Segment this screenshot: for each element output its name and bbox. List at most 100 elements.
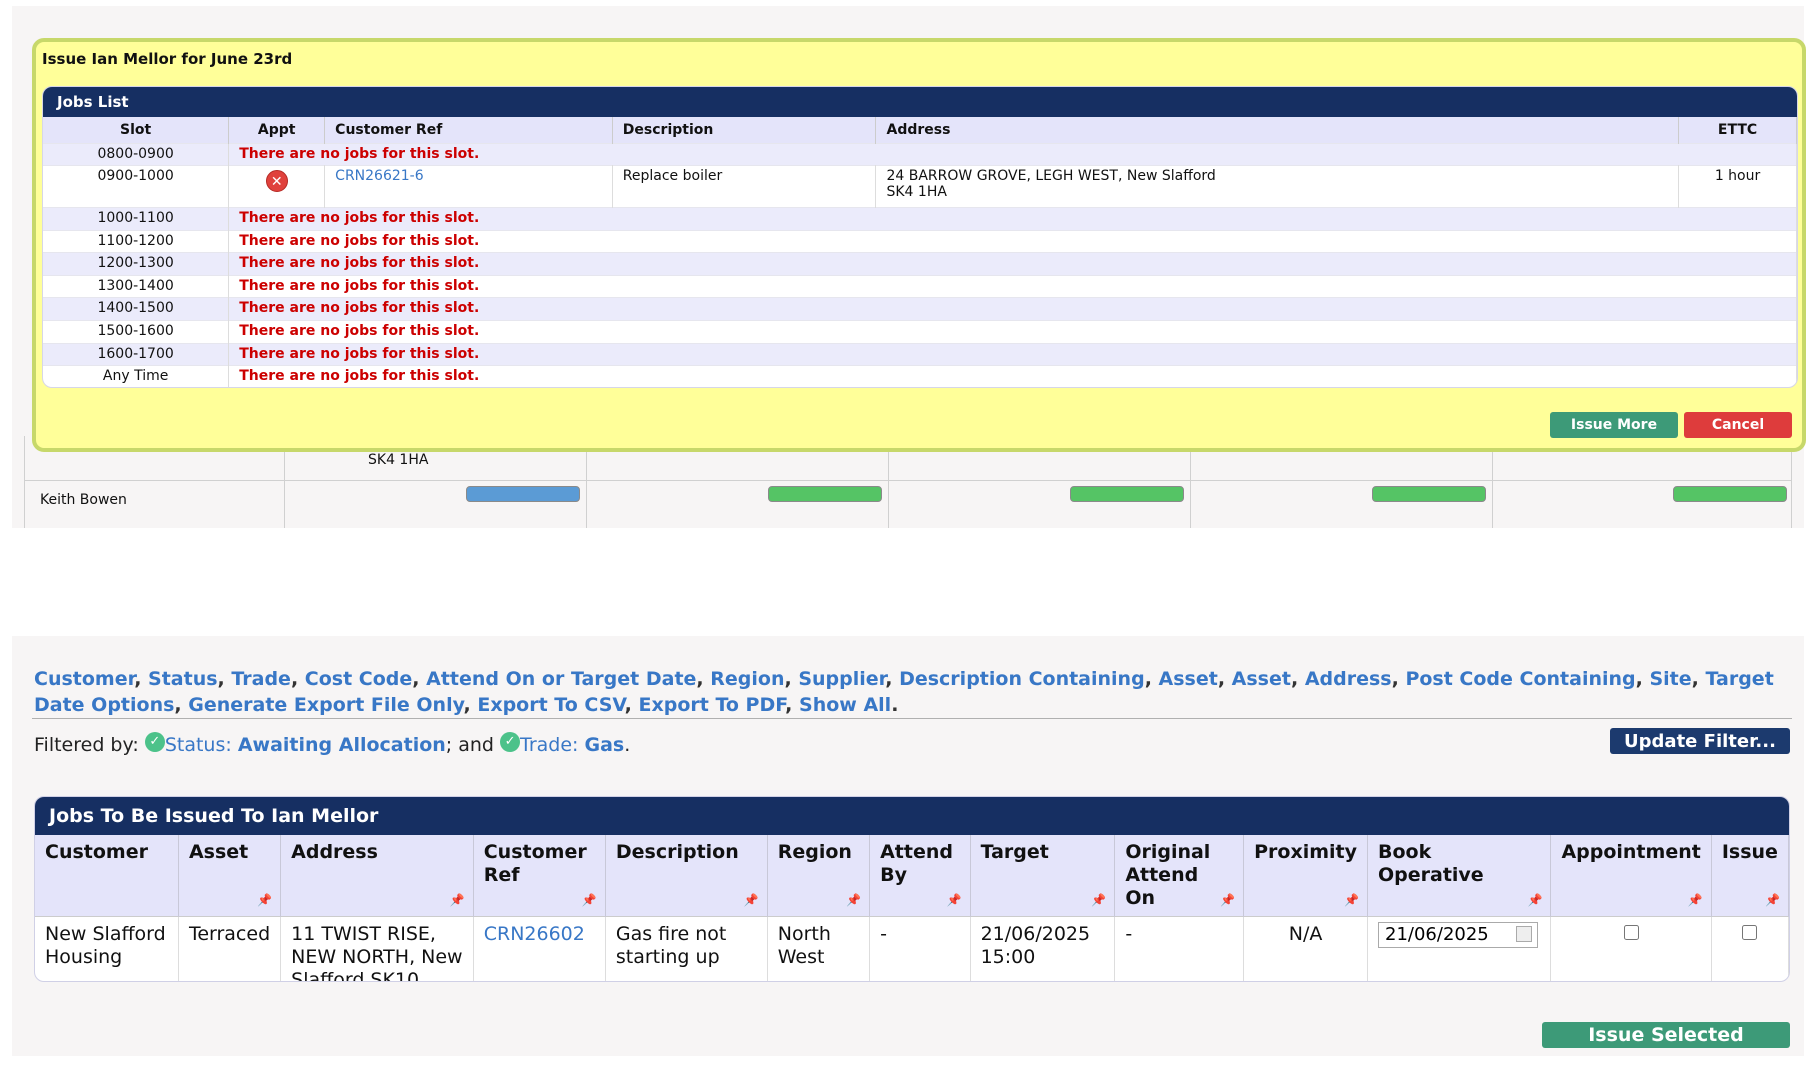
col-header-label: Issue [1721,841,1778,863]
slot-cell: 1300-1400 [43,274,230,298]
issue-dialog: Issue Ian Mellor for June 23rd Jobs List… [32,38,1806,452]
pin-icon[interactable]: 📌 [947,889,962,912]
no-jobs-message: There are no jobs for this slot. [228,342,1797,366]
filter-link-asset[interactable]: Asset [1159,668,1218,690]
issue-selected-button[interactable]: Issue Selected [1542,1022,1790,1048]
target-cell: 21/06/2025 15:00 [970,916,1116,981]
jobs-list-header-row: Slot Appt Customer Ref Description Addre… [43,117,1797,143]
col-header-customer-ref: Customer Ref [324,117,613,143]
customer-ref-cell: CRN26621-6 [324,165,613,208]
calendar-icon[interactable] [1516,925,1532,942]
col-header-address[interactable]: Address 📌 [280,835,474,917]
export-pdf-link[interactable]: Export To PDF [638,694,785,716]
pin-icon[interactable]: 📌 [846,889,861,912]
col-header-issue[interactable]: Issue 📌 [1711,835,1789,917]
generate-export-link[interactable]: Generate Export File Only [188,694,463,716]
col-header-customer-ref[interactable]: Customer Ref 📌 [473,835,606,917]
filter-link-status[interactable]: Status [148,668,218,690]
filter-link-cost-code[interactable]: Cost Code [305,668,413,690]
export-csv-link[interactable]: Export To CSV [477,694,624,716]
cross-icon[interactable]: ✕ [265,170,288,193]
col-header-region[interactable]: Region 📌 [767,835,871,917]
col-header-proximity[interactable]: Proximity 📌 [1243,835,1368,917]
pin-icon[interactable]: 📌 [1220,889,1235,912]
jobs-list-panel: Jobs List Slot Appt Customer Ref Descrip… [42,86,1798,388]
check-icon: ✓ [500,732,521,752]
issue-more-button[interactable]: Issue More [1550,412,1678,438]
dialog-title: Issue Ian Mellor for June 23rd [42,50,293,68]
pin-icon[interactable]: 📌 [582,889,597,912]
trade-filter-value[interactable]: Gas [585,734,625,756]
cancel-button[interactable]: Cancel [1684,412,1792,438]
col-header-ettc: ETTC [1678,117,1797,143]
pin-icon[interactable]: 📌 [257,889,272,912]
address-line2: SK4 1HA [886,184,947,201]
availability-bar[interactable] [466,486,580,502]
pin-icon[interactable]: 📌 [744,889,759,912]
grid-line [24,480,1792,481]
active-filters: Filtered by: ✓ Status: Awaiting Allocatio… [34,732,631,756]
book-date-input[interactable] [1378,921,1538,948]
table-row: 1100-1200 There are no jobs for this slo… [43,229,1797,253]
col-header-original-attend-on[interactable]: Original Attend On 📌 [1114,835,1245,917]
customer-ref-link[interactable]: CRN26621-6 [335,168,423,184]
col-header-appointment[interactable]: Appointment 📌 [1550,835,1712,917]
filter-link-region[interactable]: Region [710,668,784,690]
show-all-link[interactable]: Show All [799,694,891,716]
and-text: ; and [445,734,494,756]
table-row: 1200-1300 There are no jobs for this slo… [43,252,1797,276]
col-header-label: Description [615,841,739,863]
no-jobs-message: There are no jobs for this slot. [228,365,1797,387]
table-row: 1000-1100 There are no jobs for this slo… [43,207,1797,231]
pin-icon[interactable]: 📌 [1344,889,1359,912]
col-header-label: Proximity [1254,841,1357,863]
filter-link-customer[interactable]: Customer [34,668,134,690]
no-jobs-message: There are no jobs for this slot. [228,142,1797,166]
filter-link-trade[interactable]: Trade [231,668,291,690]
update-filter-button[interactable]: Update Filter... [1610,728,1790,754]
filter-link-post-code[interactable]: Post Code Containing [1405,668,1635,690]
col-header-asset[interactable]: Asset 📌 [178,835,282,917]
schedule-panel: SK4 1HA Keith Bowen Issue Ian Mellor for… [12,6,1806,528]
col-header-book-operative[interactable]: Book Operative 📌 [1367,835,1552,917]
filter-link-description[interactable]: Description Containing [899,668,1145,690]
jobs-to-issue-table: Customer Asset 📌 Address 📌 Customer Ref 📌 D… [35,835,1789,981]
col-header-label: Region [777,841,852,863]
appt-cell: ✕ [228,165,326,208]
slot-cell: 1100-1200 [43,229,230,253]
col-header-label: Asset [188,841,249,863]
jobs-list-table: Slot Appt Customer Ref Description Addre… [43,117,1797,387]
status-filter-value[interactable]: Awaiting Allocation [238,734,446,756]
pin-icon[interactable]: 📌 [450,889,465,912]
filter-link-site[interactable]: Site [1649,668,1691,690]
table-row: 1400-1500 There are no jobs for this slo… [43,297,1797,321]
availability-bar[interactable] [768,486,882,502]
pin-icon[interactable]: 📌 [1765,889,1780,912]
customer-ref-link[interactable]: CRN26602 [484,923,585,945]
filter-link-address[interactable]: Address [1305,668,1392,690]
col-header-description[interactable]: Description 📌 [605,835,768,917]
ettc-cell: 1 hour [1678,165,1797,208]
availability-bar[interactable] [1673,486,1787,502]
slot-cell: 1000-1100 [43,207,230,231]
table-row: 1500-1600 There are no jobs for this slo… [43,320,1797,344]
no-jobs-message: There are no jobs for this slot. [228,274,1797,298]
table-row: Any Time There are no jobs for this slot… [43,365,1797,387]
col-header-attend-by[interactable]: Attend By 📌 [869,835,971,917]
col-header-customer[interactable]: Customer [35,835,179,917]
availability-bar[interactable] [1070,486,1184,502]
issue-checkbox[interactable] [1742,925,1758,940]
appointment-checkbox[interactable] [1623,925,1639,940]
availability-bar[interactable] [1372,486,1486,502]
pin-icon[interactable]: 📌 [1688,889,1703,912]
slot-cell: 0800-0900 [43,142,230,166]
col-header-label: Customer [45,841,148,863]
filter-link-attend-on[interactable]: Attend On or Target Date [426,668,696,690]
table-row: 1300-1400 There are no jobs for this slo… [43,274,1797,298]
col-header-target[interactable]: Target 📌 [970,835,1116,917]
filter-link-asset-2[interactable]: Asset [1232,668,1291,690]
filter-link-supplier[interactable]: Supplier [798,668,885,690]
book-operative-cell [1367,916,1552,981]
pin-icon[interactable]: 📌 [1091,889,1106,912]
pin-icon[interactable]: 📌 [1527,889,1542,912]
